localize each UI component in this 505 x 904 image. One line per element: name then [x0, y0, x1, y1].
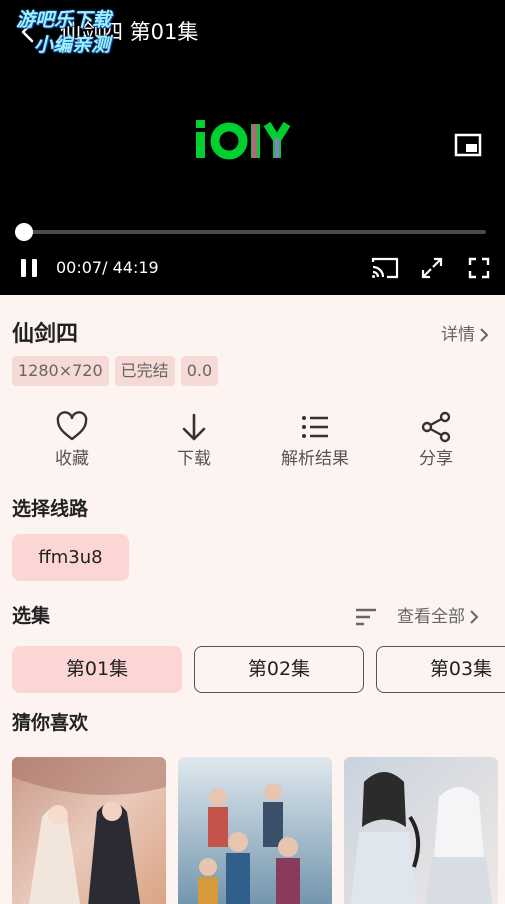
duration: 44:19	[112, 258, 159, 277]
recommend-section-title: 猜你喜欢	[12, 712, 89, 734]
chevron-right-icon	[480, 328, 489, 342]
view-all-link[interactable]: 查看全部	[397, 606, 479, 628]
poster-1[interactable]	[12, 757, 166, 904]
list-icon	[302, 416, 328, 438]
episode-button-1[interactable]: 第01集	[12, 646, 182, 693]
download-button[interactable]: 下载	[139, 410, 249, 471]
detail-label: 详情	[441, 325, 475, 345]
route-chip[interactable]: ffm3u8	[12, 534, 129, 581]
show-title: 仙剑四	[12, 322, 79, 347]
video-player[interactable]: 仙剑四 第01集 游吧乐下载 小编亲测 00:07/ 44:19	[0, 0, 505, 295]
download-label: 下载	[177, 449, 211, 469]
episode-list: 第01集 第02集 第03集	[12, 646, 505, 694]
watermark-line-1: 游吧乐下载	[16, 9, 112, 31]
share-icon	[421, 411, 451, 443]
detail-link[interactable]: 详情	[441, 324, 489, 346]
time-separator: /	[102, 258, 108, 277]
download-arrow-icon	[182, 413, 206, 441]
sort-icon[interactable]	[353, 606, 379, 628]
share-button[interactable]: 分享	[381, 410, 491, 471]
cast-icon[interactable]	[370, 256, 400, 280]
episode-section-title: 选集	[12, 605, 51, 627]
parse-result-label: 解析结果	[281, 449, 349, 469]
episode-button-2[interactable]: 第02集	[194, 646, 364, 693]
status-tag: 已完结	[114, 356, 175, 386]
tag-list: 1280×720 已完结 0.0	[12, 356, 219, 386]
rating-tag: 0.0	[180, 356, 219, 386]
poster-2[interactable]	[178, 757, 332, 904]
fullscreen-icon[interactable]	[467, 256, 491, 280]
share-label: 分享	[419, 449, 453, 469]
action-bar: 收藏 下载 解析结果 分享	[0, 410, 505, 474]
progress-thumb[interactable]	[15, 223, 33, 241]
expand-icon[interactable]	[420, 256, 444, 280]
picture-in-picture-icon[interactable]	[454, 133, 482, 157]
poster-1-image	[12, 757, 166, 904]
favorite-button[interactable]: 收藏	[17, 410, 127, 471]
chevron-right-icon	[470, 610, 479, 624]
current-time: 00:07	[56, 258, 103, 277]
resolution-tag: 1280×720	[12, 356, 109, 386]
poster-row	[12, 757, 505, 904]
iqiyi-logo	[196, 120, 291, 160]
view-all-label: 查看全部	[397, 607, 465, 627]
favorite-label: 收藏	[55, 449, 89, 469]
poster-3-image	[344, 757, 498, 904]
watermark: 游吧乐下载 小编亲测	[16, 8, 156, 58]
poster-3[interactable]	[344, 757, 498, 904]
poster-2-image	[178, 757, 332, 904]
route-section-title: 选择线路	[12, 498, 89, 520]
episode-button-3[interactable]: 第03集	[376, 646, 505, 693]
progress-bar[interactable]	[24, 230, 486, 234]
playback-time: 00:07/ 44:19	[56, 257, 159, 279]
heart-icon	[56, 411, 88, 441]
pause-icon[interactable]	[18, 256, 40, 280]
parse-result-button[interactable]: 解析结果	[260, 410, 370, 471]
watermark-line-2: 小编亲测	[34, 34, 111, 56]
